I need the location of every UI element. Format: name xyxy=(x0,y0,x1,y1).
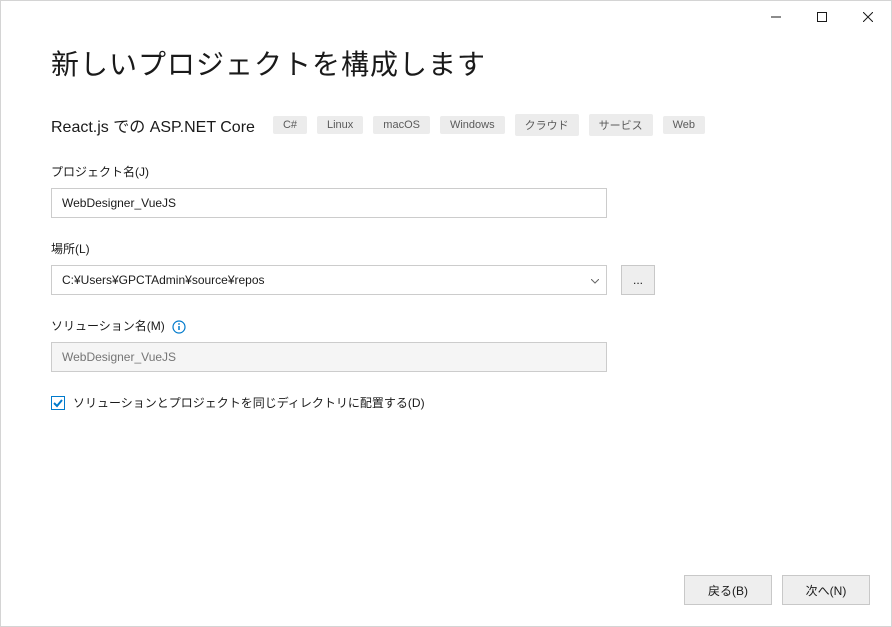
next-button[interactable]: 次へ(N) xyxy=(782,575,870,605)
project-name-group: プロジェクト名(J) xyxy=(51,163,841,218)
template-tag: Web xyxy=(663,116,705,134)
browse-button[interactable]: ... xyxy=(621,265,655,295)
info-icon[interactable] xyxy=(172,320,186,334)
titlebar xyxy=(1,1,891,33)
solution-name-input xyxy=(51,342,607,372)
maximize-icon xyxy=(817,12,827,22)
template-tag: Linux xyxy=(317,116,363,134)
close-button[interactable] xyxy=(845,1,891,33)
minimize-button[interactable] xyxy=(753,1,799,33)
template-tag: クラウド xyxy=(515,114,579,136)
template-name: React.js での ASP.NET Core xyxy=(51,113,255,137)
location-input[interactable] xyxy=(51,265,607,295)
minimize-icon xyxy=(771,12,781,22)
maximize-button[interactable] xyxy=(799,1,845,33)
solution-name-group: ソリューション名(M) xyxy=(51,317,841,372)
checkmark-icon xyxy=(53,398,63,408)
close-icon xyxy=(863,12,873,22)
back-button[interactable]: 戻る(B) xyxy=(684,575,772,605)
template-tag: macOS xyxy=(373,116,430,134)
same-directory-row: ソリューションとプロジェクトを同じディレクトリに配置する(D) xyxy=(51,394,841,411)
solution-name-label-text: ソリューション名(M) xyxy=(51,319,165,333)
solution-name-label: ソリューション名(M) xyxy=(51,317,841,334)
location-group: 場所(L) ... xyxy=(51,240,841,295)
footer: 戻る(B) 次へ(N) xyxy=(684,575,870,605)
template-tag: C# xyxy=(273,116,307,134)
template-info-row: React.js での ASP.NET Core C# Linux macOS … xyxy=(51,113,841,137)
template-tag: Windows xyxy=(440,116,505,134)
project-name-input[interactable] xyxy=(51,188,607,218)
page-title: 新しいプロジェクトを構成します xyxy=(51,43,841,83)
content-area: 新しいプロジェクトを構成します React.js での ASP.NET Core… xyxy=(1,33,891,431)
same-directory-checkbox[interactable] xyxy=(51,396,65,410)
project-name-label: プロジェクト名(J) xyxy=(51,163,841,180)
same-directory-label: ソリューションとプロジェクトを同じディレクトリに配置する(D) xyxy=(73,394,425,411)
location-label: 場所(L) xyxy=(51,240,841,257)
template-tag: サービス xyxy=(589,114,653,136)
